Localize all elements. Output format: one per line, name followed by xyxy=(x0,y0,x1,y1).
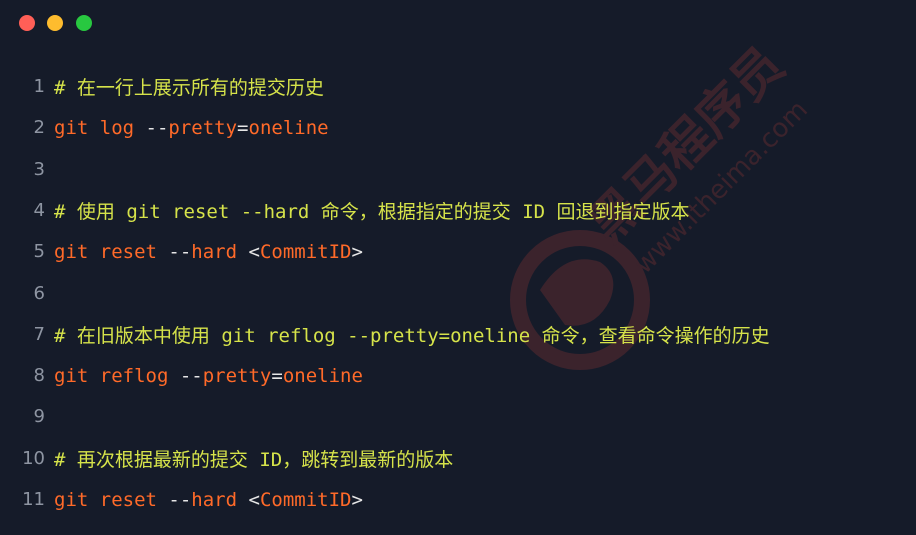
code-token-command: oneline xyxy=(282,364,363,387)
code-token-command: git log xyxy=(54,116,146,139)
line-number: 6 xyxy=(33,282,45,304)
code-line: 6 xyxy=(0,273,916,314)
line-number: 3 xyxy=(33,158,45,180)
code-line: 7 # 在旧版本中使用 git reflog --pretty=oneline 命… xyxy=(0,314,916,355)
code-token-punctuation: = xyxy=(237,116,249,139)
code-token-punctuation: > xyxy=(351,240,363,263)
code-comment: # 在旧版本中使用 git reflog --pretty=oneline 命令… xyxy=(54,324,770,347)
code-comment: # 使用 git reset --hard 命令，根据指定的提交 ID 回退到指… xyxy=(54,200,690,223)
code-line: 10 # 再次根据最新的提交 ID，跳转到最新的版本 xyxy=(0,438,916,479)
code-token-command: oneline xyxy=(248,116,329,139)
code-token-punctuation: < xyxy=(248,488,260,511)
code-token-command: pretty xyxy=(168,116,238,139)
code-line: 2 git log -- pretty = oneline xyxy=(0,107,916,148)
code-token-command: hard xyxy=(191,488,249,511)
code-comment: # 在一行上展示所有的提交历史 xyxy=(54,77,324,99)
code-token-command: git reset xyxy=(54,240,169,263)
code-token-punctuation: -- xyxy=(168,240,192,263)
code-token-command: hard xyxy=(191,240,249,263)
code-line: 3 xyxy=(0,149,916,190)
code-token-punctuation: < xyxy=(248,240,260,263)
line-number: 10 xyxy=(22,447,45,469)
code-token-command: CommitID xyxy=(259,488,352,511)
code-token-punctuation: -- xyxy=(145,116,169,139)
code-token-punctuation: -- xyxy=(179,364,203,387)
line-number: 1 xyxy=(33,76,45,97)
line-number: 7 xyxy=(33,323,45,345)
line-number: 11 xyxy=(22,489,45,510)
line-number: 8 xyxy=(33,365,45,387)
code-line: 5 git reset -- hard < CommitID > xyxy=(0,231,916,272)
code-line: 4 # 使用 git reset --hard 命令，根据指定的提交 ID 回退到… xyxy=(0,190,916,231)
code-token-command: CommitID xyxy=(259,240,352,263)
minimize-button[interactable] xyxy=(47,15,63,31)
code-token-punctuation: > xyxy=(351,488,363,511)
code-token-punctuation: = xyxy=(271,364,283,387)
window-titlebar xyxy=(0,0,916,50)
code-line: 11 git reset -- hard < CommitID > xyxy=(0,479,916,520)
line-number: 4 xyxy=(33,199,45,221)
line-number: 2 xyxy=(33,117,45,139)
code-line: 1 # 在一行上展示所有的提交历史 xyxy=(0,66,916,107)
code-line: 9 xyxy=(0,396,916,437)
close-button[interactable] xyxy=(19,15,35,31)
maximize-button[interactable] xyxy=(76,15,92,31)
code-token-command: git reset xyxy=(54,488,169,511)
code-token-command: pretty xyxy=(202,364,272,387)
code-token-punctuation: -- xyxy=(168,488,192,511)
line-number: 9 xyxy=(33,406,45,428)
code-comment: # 再次根据最新的提交 ID，跳转到最新的版本 xyxy=(54,448,454,471)
code-line: 8 git reflog -- pretty = oneline xyxy=(0,355,916,396)
code-token-command: git reflog xyxy=(54,364,180,387)
line-number: 5 xyxy=(33,241,45,263)
code-window: 黑马程序员 www.itheima.com 1 # 在一行上展示所有的提交历史 2 g… xyxy=(0,0,916,535)
